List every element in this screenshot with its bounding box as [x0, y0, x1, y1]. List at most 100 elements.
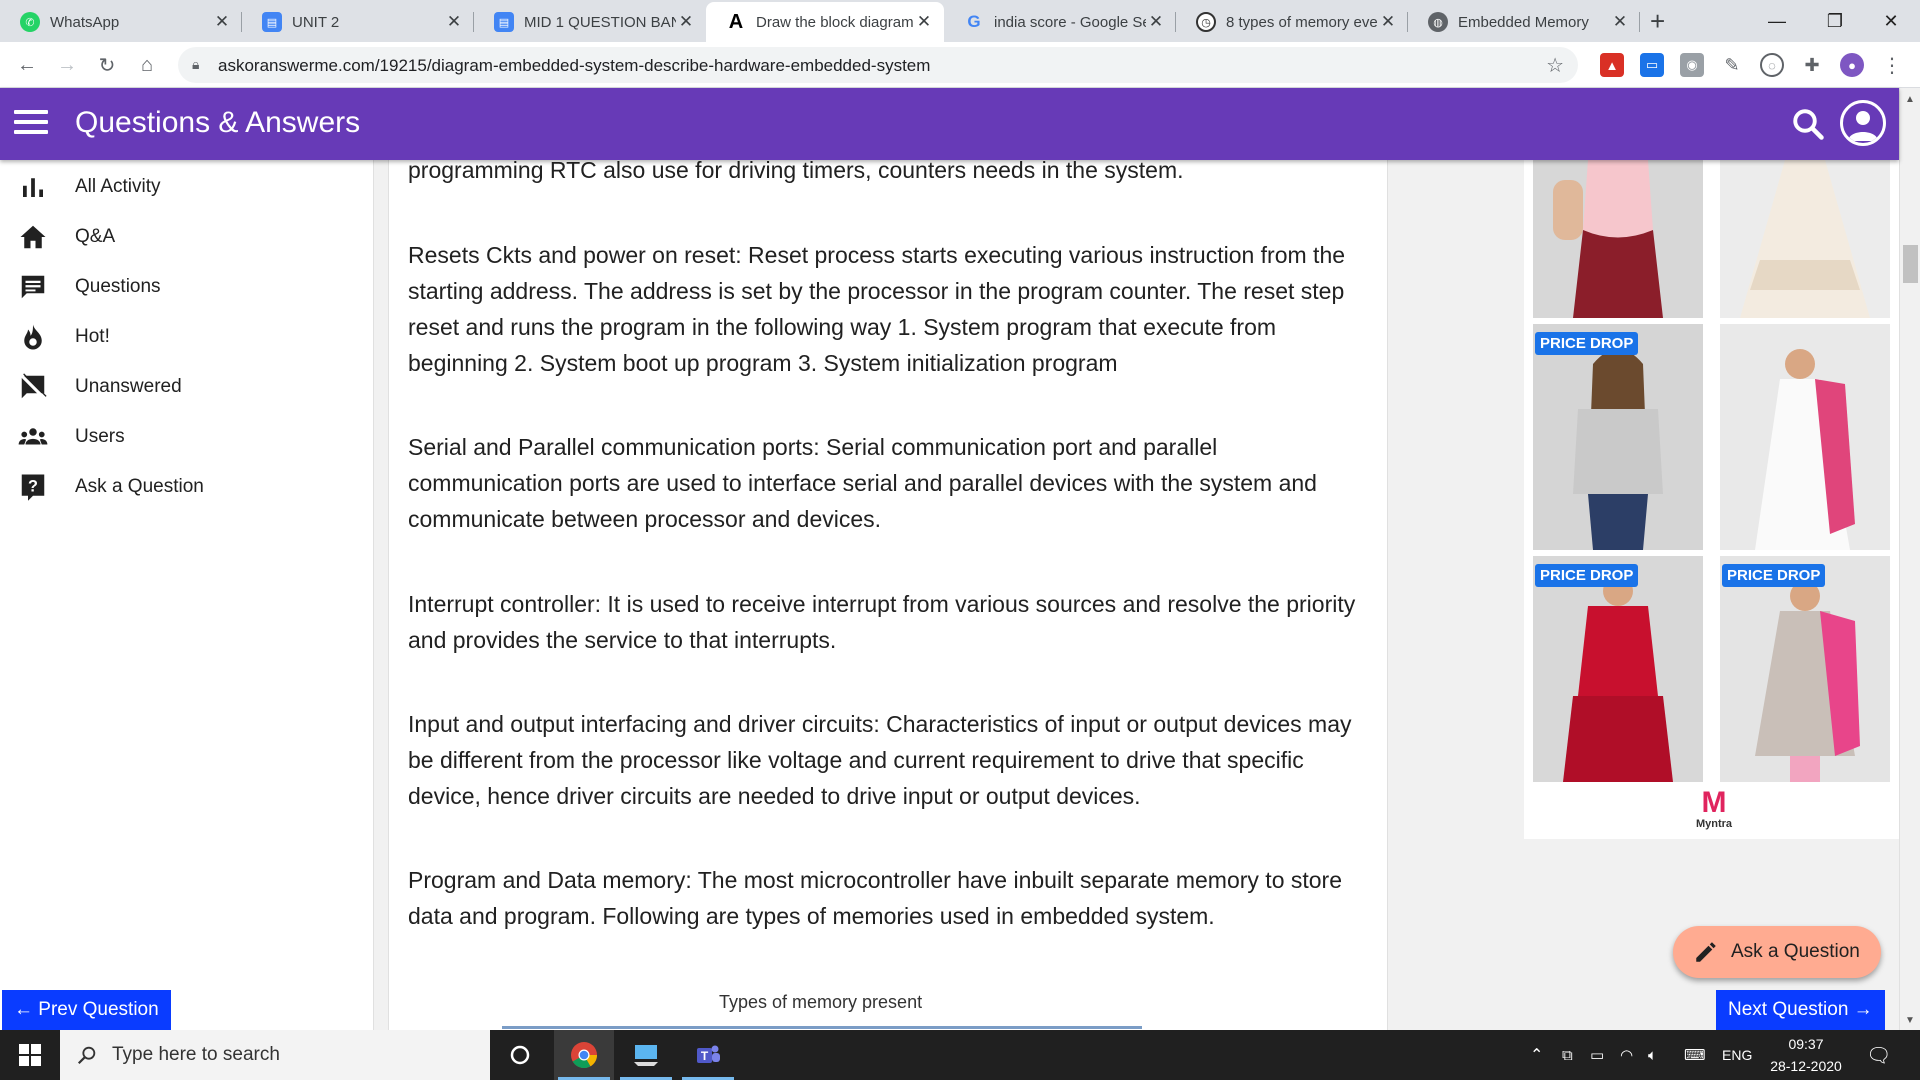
tab-title: WhatsApp [50, 13, 120, 31]
figure-top-border [502, 1026, 1142, 1029]
search-icon[interactable] [1790, 106, 1826, 142]
onedrive-icon[interactable]: ⧉ [1562, 1030, 1573, 1080]
reload-icon[interactable]: ↻ [92, 50, 122, 80]
lock-icon[interactable]: 🔒︎ [192, 56, 199, 73]
svg-text:?: ? [28, 477, 38, 495]
wifi-icon[interactable]: ◠ [1620, 1030, 1633, 1080]
eyedropper-extension-icon[interactable]: ✎ [1720, 53, 1744, 77]
site-title[interactable]: Questions & Answers [75, 106, 360, 140]
tab-mid-1-question-bank[interactable]: ▤ MID 1 QUESTION BAN ✕ [474, 2, 706, 42]
chat-icon [21, 275, 45, 299]
extensions-puzzle-icon[interactable]: ✚ [1800, 53, 1824, 77]
svg-text:T: T [701, 1049, 709, 1063]
askoranswer-icon: A [728, 10, 744, 33]
ask-question-fab[interactable]: Ask a Question [1673, 926, 1881, 978]
camera-extension-icon[interactable]: ◉ [1680, 53, 1704, 77]
ad-product-image[interactable]: PRICE DROP [1720, 556, 1890, 782]
clock-date: 28-12-2020 [1770, 1058, 1842, 1074]
sidebar-item-unanswered[interactable]: Unanswered [0, 362, 374, 412]
page-scrollbar[interactable]: ▲ ▼ [1899, 88, 1920, 1030]
help-icon: ? [21, 474, 45, 501]
close-icon[interactable]: ✕ [212, 12, 232, 32]
taskbar-teams[interactable]: T [678, 1030, 738, 1080]
minimize-button[interactable]: — [1748, 4, 1806, 38]
windows-taskbar: Type here to search T ⌃ ⧉ ▭ ◠ 🔈︎ ⌨ ENG 0… [0, 1030, 1920, 1080]
language-indicator[interactable]: ENG [1722, 1030, 1752, 1080]
sidebar-item-all-activity[interactable]: All Activity [0, 162, 374, 212]
myntra-logo-mark: M [1701, 786, 1727, 819]
taskbar-search-box[interactable]: Type here to search [60, 1030, 490, 1080]
pdf-extension-icon[interactable]: ▲ [1600, 53, 1624, 77]
tab-india-score[interactable]: G india score - Google Se ✕ [944, 2, 1176, 42]
scroll-up-icon[interactable]: ▲ [1905, 94, 1915, 105]
close-icon[interactable]: ✕ [1610, 12, 1630, 32]
show-hidden-icons[interactable]: ⌃ [1530, 1030, 1543, 1080]
site-header: Questions & Answers [0, 88, 1899, 160]
taskbar-clock[interactable]: 09:37 28-12-2020 [1768, 1030, 1844, 1080]
sidebar-item-hot[interactable]: Hot! [0, 312, 374, 362]
article-paragraph: Interrupt controller: It is used to rece… [408, 591, 1356, 653]
windows-logo-icon [19, 1044, 41, 1066]
taskbar-search-placeholder: Type here to search [112, 1044, 280, 1065]
tab-embedded-memory[interactable]: ◍ Embedded Memory ✕ [1408, 2, 1640, 42]
ad-product-image[interactable] [1533, 160, 1703, 318]
no-comment-icon [20, 373, 47, 400]
profile-avatar[interactable]: ● [1840, 53, 1864, 77]
notifications-icon[interactable]: 🗨︎ [1866, 1030, 1891, 1080]
browser-tab-strip: ✆ WhatsApp ✕ ▤ UNIT 2 ✕ ▤ MID 1 QUESTION… [0, 0, 1920, 42]
article-paragraph: programming RTC also use for driving tim… [408, 160, 1184, 183]
whatsapp-icon: ✆ [20, 12, 40, 32]
ad-product-image[interactable]: PRICE DROP [1533, 324, 1703, 550]
taskbar-pc-app[interactable] [616, 1030, 676, 1080]
article-paragraph: Resets Ckts and power on reset: Reset pr… [408, 242, 1346, 376]
new-tab-button[interactable]: + [1650, 6, 1665, 37]
tab-unit-2[interactable]: ▤ UNIT 2 ✕ [242, 2, 474, 42]
tab-8-types-of-memory[interactable]: ◷ 8 types of memory eve ✕ [1176, 2, 1408, 42]
back-icon[interactable]: ← [12, 50, 42, 80]
clock-time: 09:37 [1788, 1036, 1824, 1052]
prev-question-button[interactable]: ← Prev Question [2, 990, 171, 1030]
keyboard-icon[interactable]: ⌨ [1684, 1030, 1706, 1080]
hamburger-menu-icon[interactable] [14, 110, 48, 136]
bar-chart-icon [23, 178, 43, 197]
sidebar-item-users[interactable]: Users [0, 412, 374, 462]
battery-icon[interactable]: ▭ [1590, 1030, 1604, 1080]
scrollbar-thumb[interactable] [1903, 245, 1918, 283]
close-icon[interactable]: ✕ [1378, 12, 1398, 32]
tab-whatsapp[interactable]: ✆ WhatsApp ✕ [0, 2, 242, 42]
sidebar-item-label: Q&A [75, 226, 116, 247]
sidebar-item-ask-a-question[interactable]: ? Ask a Question [0, 462, 374, 512]
account-icon[interactable] [1840, 100, 1886, 146]
home-icon[interactable]: ⌂ [132, 50, 162, 80]
kebab-menu-icon[interactable]: ⋮ [1880, 53, 1904, 77]
scroll-down-icon[interactable]: ▼ [1905, 1015, 1915, 1026]
address-bar[interactable]: 🔒︎ askoranswerme.com/19215/diagram-embed… [178, 47, 1578, 83]
cortana-button[interactable] [490, 1030, 550, 1080]
ad-product-image[interactable] [1720, 324, 1890, 550]
close-icon[interactable]: ✕ [444, 12, 464, 32]
forward-icon[interactable]: → [52, 50, 82, 80]
url-text[interactable]: askoranswerme.com/19215/diagram-embedded… [218, 56, 930, 76]
price-drop-badge: PRICE DROP [1722, 564, 1826, 587]
close-icon[interactable]: ✕ [914, 12, 934, 32]
ad-product-image[interactable]: PRICE DROP [1533, 556, 1703, 782]
tab-draw-block-diagram[interactable]: A Draw the block diagram ✕ [706, 2, 944, 42]
close-icon[interactable]: ✕ [676, 12, 696, 32]
close-window-button[interactable]: ✕ [1862, 4, 1920, 38]
advertisement-panel: PRICE DROP PRICE DROP PRICE DROP M Myntr… [1524, 160, 1900, 839]
ad-product-image[interactable] [1720, 160, 1890, 318]
sidebar-item-questions[interactable]: Questions [0, 262, 374, 312]
close-icon[interactable]: ✕ [1146, 12, 1166, 32]
windows-start-button[interactable] [0, 1030, 60, 1080]
myntra-logo[interactable]: M Myntra [1692, 786, 1736, 831]
sidebar-item-label: All Activity [75, 176, 161, 197]
maximize-button[interactable]: ❐ [1806, 4, 1864, 38]
sidebar-item-qa[interactable]: Q&A [0, 212, 374, 262]
taskbar-chrome[interactable] [554, 1030, 614, 1080]
next-question-button[interactable]: Next Question → [1716, 990, 1885, 1030]
screen-extension-icon[interactable]: ▭ [1640, 53, 1664, 77]
speaker-muted-icon[interactable]: 🔈︎ [1648, 1030, 1657, 1080]
bookmark-star-icon[interactable]: ☆ [1546, 53, 1564, 78]
sidebar-item-label: Unanswered [75, 376, 182, 397]
media-extension-icon[interactable]: ◌ [1760, 53, 1784, 77]
